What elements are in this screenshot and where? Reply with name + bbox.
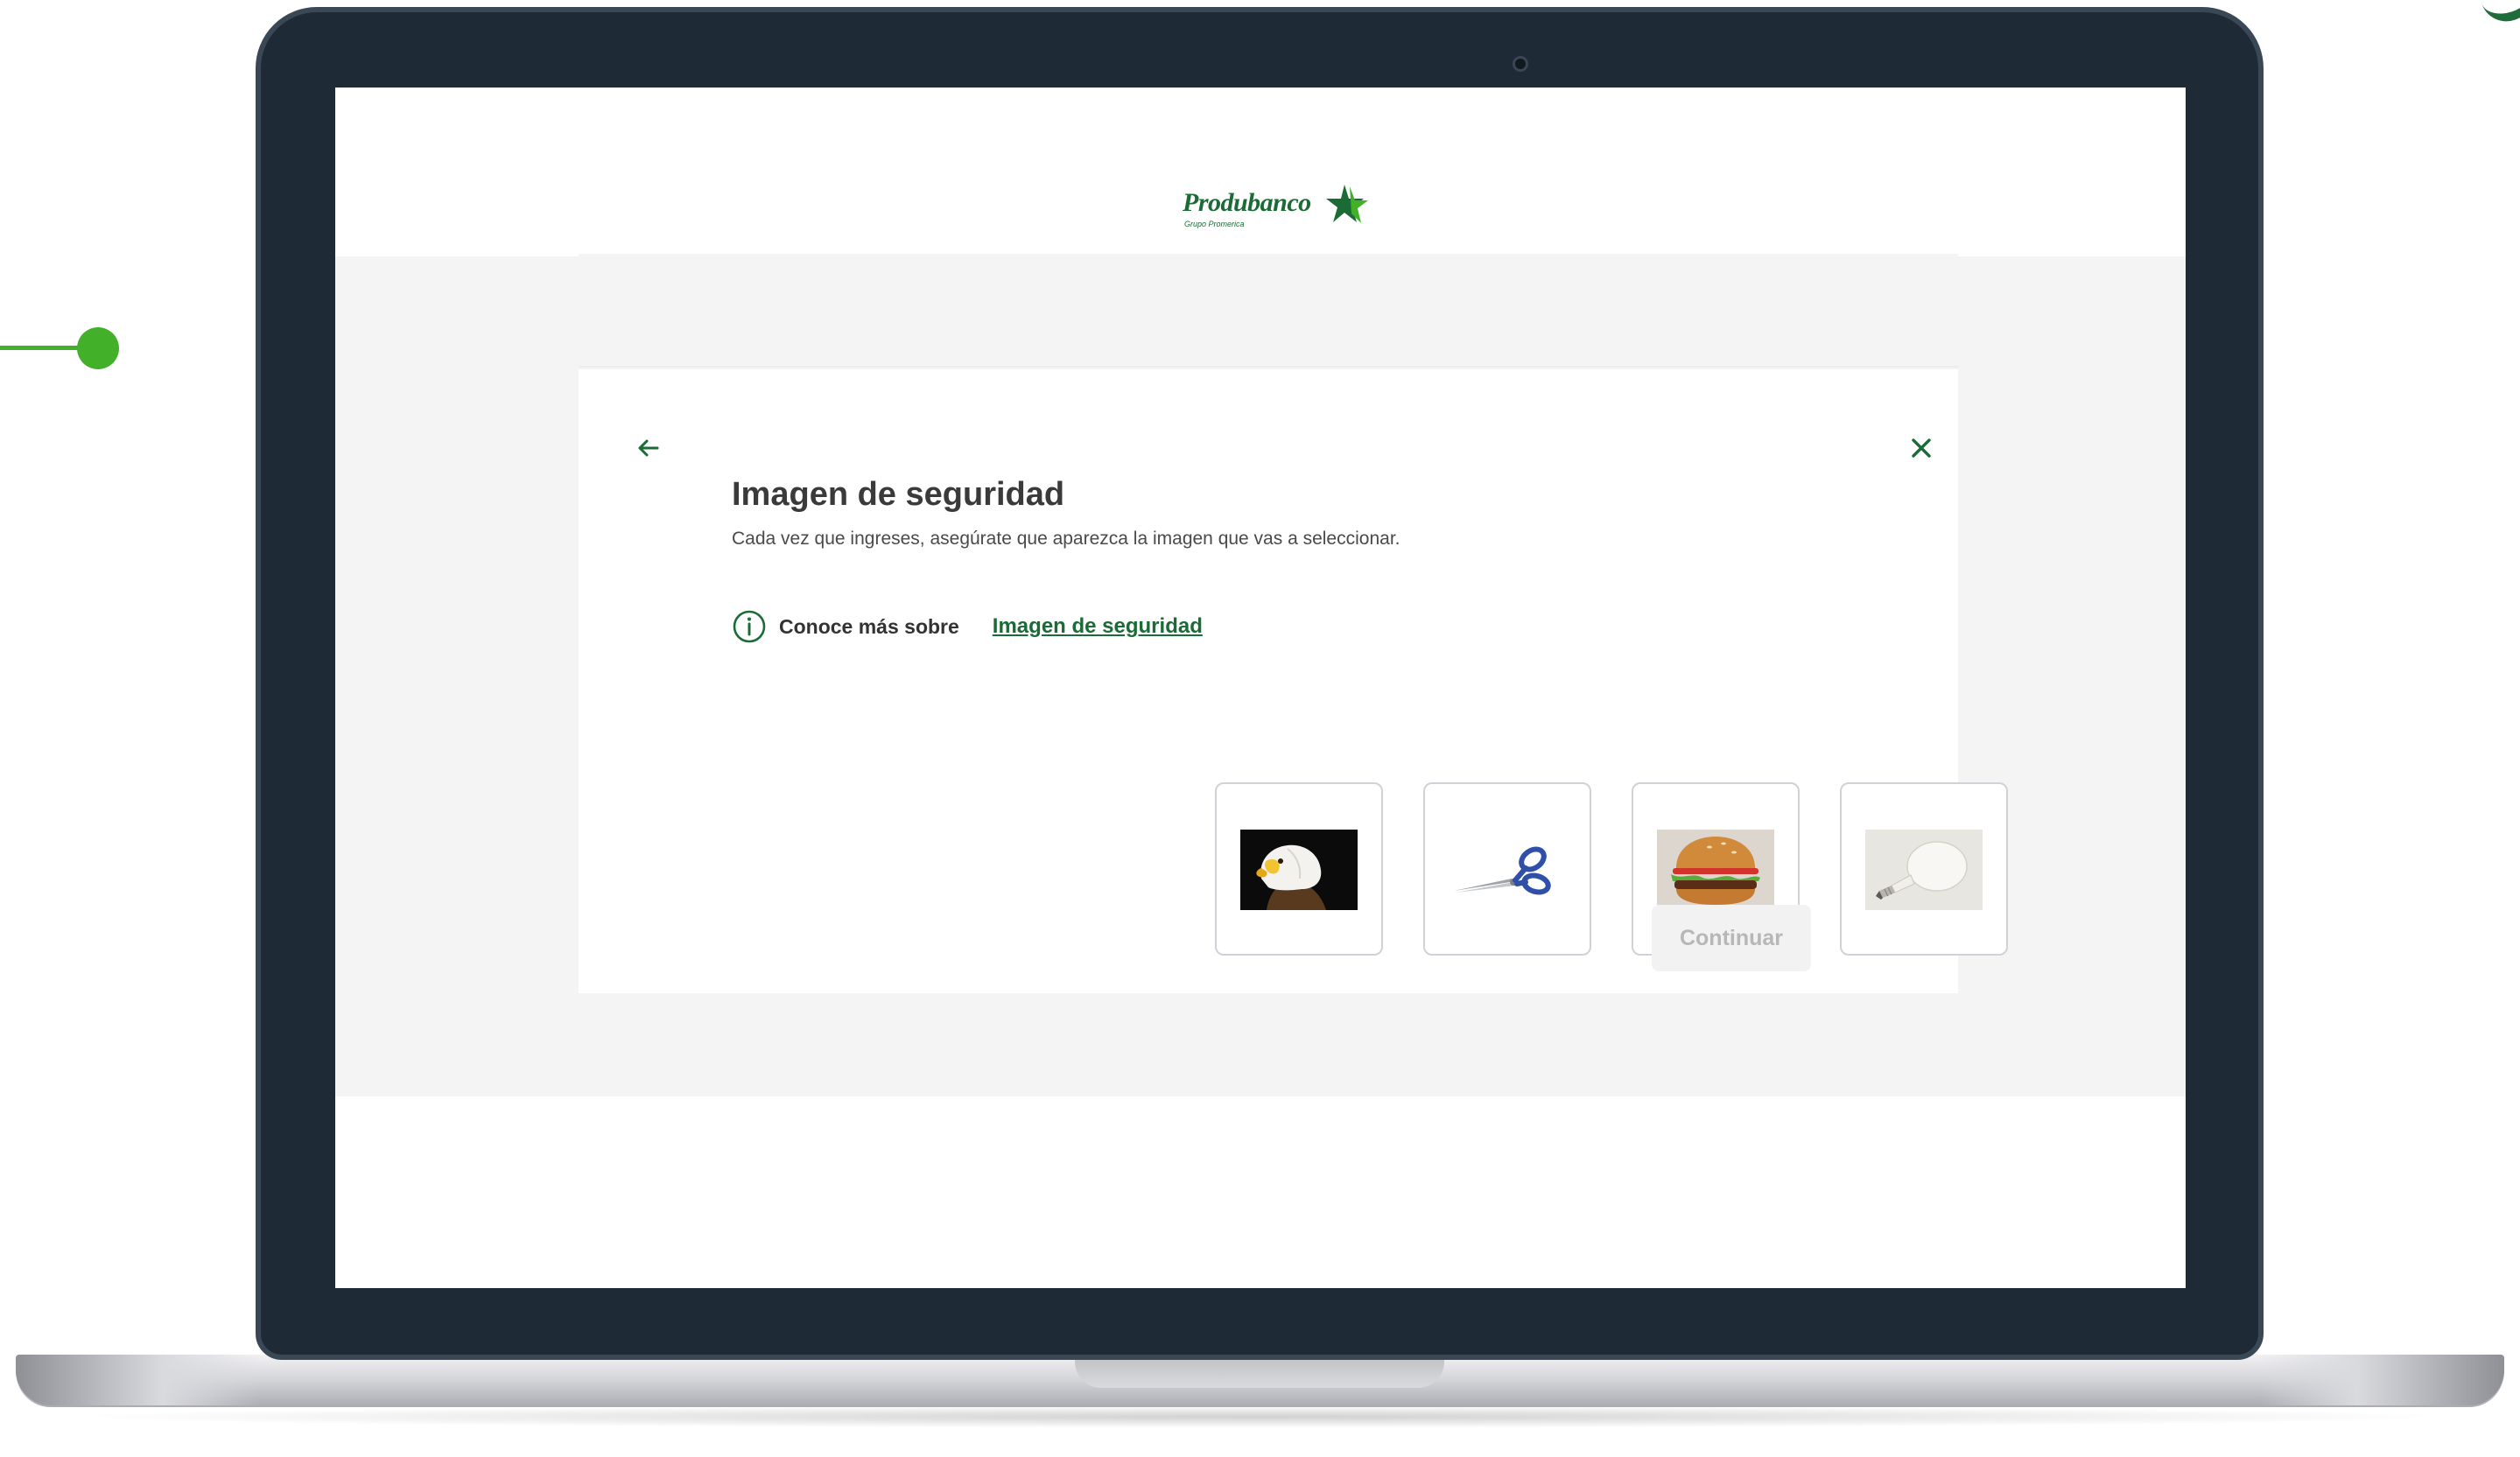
laptop-screen: Produbanco Grupo Promerica Imagen de seg… [335,88,2186,1288]
logo-wordmark: Produbanco [1183,188,1311,217]
option-eagle[interactable] [1215,782,1383,956]
produbanco-logo: Produbanco Grupo Promerica [1183,185,1384,241]
laptop-shadow [53,1405,2468,1428]
progress-strip [579,254,1958,368]
scissors-image [1449,830,1566,910]
laptop-base-edge-right [2259,1355,2504,1405]
marketing-stage: Produbanco Grupo Promerica Imagen de seg… [0,0,2520,1457]
site-header: Produbanco Grupo Promerica [335,88,2186,256]
continue-button[interactable]: Continuar [1652,905,1811,971]
eagle-image [1240,830,1358,910]
hamburger-image [1657,830,1774,910]
star-logo-icon [1326,185,1368,223]
info-circle-icon [733,610,766,643]
laptop-camera [1513,56,1528,72]
logo-subtitle: Grupo Promerica [1184,220,1245,228]
info-row: Conoce más sobre Imagen de seguridad [732,607,1203,646]
security-image-card: Imagen de seguridad Cada vez que ingrese… [579,369,2008,993]
option-scissors[interactable] [1423,782,1591,956]
page-subtitle: Cada vez que ingreses, asegúrate que apa… [732,529,1400,549]
info-label: Conoce más sobre [779,614,959,638]
site-footer [335,1096,2186,1288]
page-title: Imagen de seguridad [732,476,1065,513]
arrow-left-icon[interactable] [631,431,666,466]
decorative-connector-line [0,346,83,350]
decorative-connector-dot [77,327,119,369]
security-image-info-link[interactable]: Imagen de seguridad [993,614,1203,639]
option-lightbulb[interactable] [1840,782,2008,956]
laptop-base-edge-left [16,1355,261,1405]
lightbulb-image [1865,830,1983,910]
decorative-corner-mark [2477,0,2520,29]
close-icon[interactable] [1904,431,1939,466]
